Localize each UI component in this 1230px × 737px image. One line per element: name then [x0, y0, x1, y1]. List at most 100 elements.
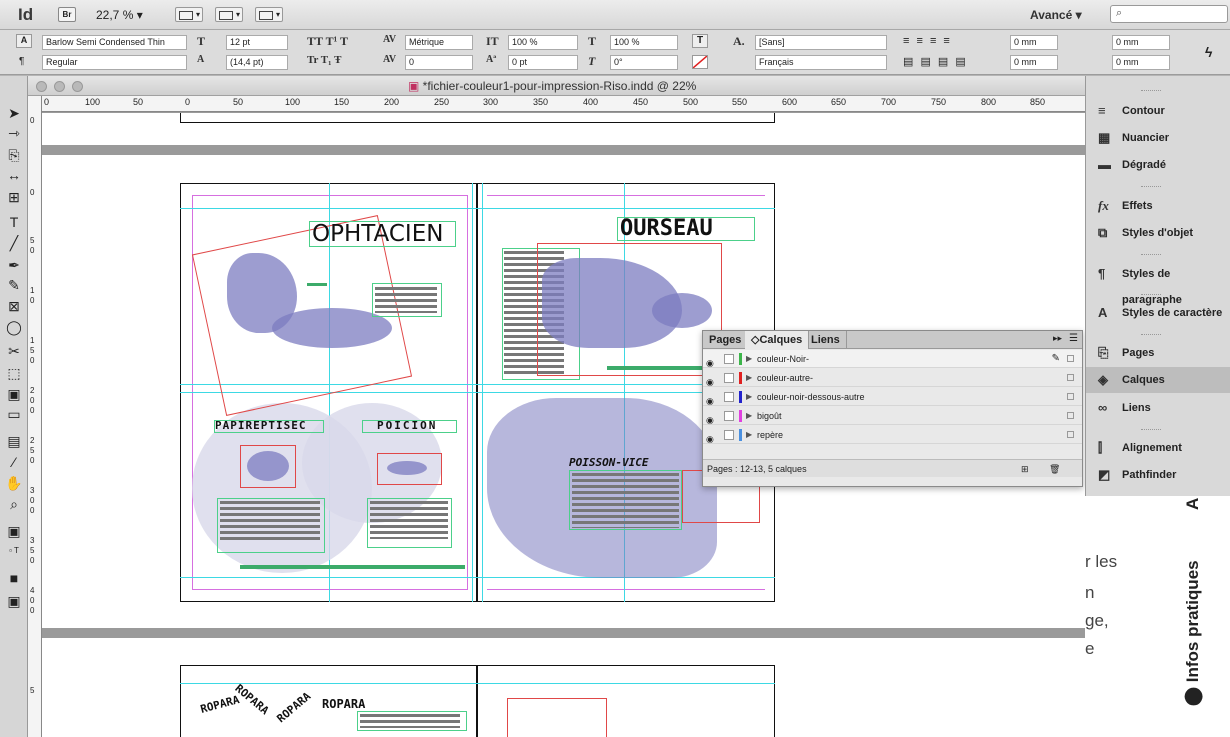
skew-field[interactable]: 0° [610, 55, 678, 70]
new-layer-icon[interactable]: ⊞ [1021, 460, 1029, 478]
visibility-eye-icon[interactable]: ◉ [706, 430, 714, 448]
lock-toggle[interactable] [724, 430, 734, 440]
tab-pages[interactable]: Pages [703, 331, 749, 349]
selection-square[interactable] [1067, 393, 1074, 400]
font-family-field[interactable]: Barlow Semi Condensed Thin [42, 35, 187, 50]
selection-square[interactable] [1067, 412, 1074, 419]
trash-icon[interactable]: 🗑 [1049, 460, 1060, 478]
dock-item-calques[interactable]: ◈ Calques [1086, 367, 1230, 393]
selection-square[interactable] [1067, 374, 1074, 381]
lock-toggle[interactable] [724, 392, 734, 402]
layer-row[interactable]: ◉ ▶ bigoût [703, 407, 1082, 425]
dock-grip[interactable] [1141, 429, 1161, 430]
ruler-guide[interactable] [180, 208, 775, 209]
dock-item-styles-paragraphe[interactable]: ¶ Styles de paragraphe [1086, 261, 1230, 306]
dock-grip[interactable] [1141, 334, 1161, 335]
layer-row[interactable]: ◉ ▶ couleur-noir-dessous-autre [703, 388, 1082, 406]
zoom-window-button[interactable] [72, 81, 83, 92]
zoom-dropdown[interactable]: 22,7 % ▾ [96, 8, 143, 22]
formatting-affects-icon[interactable]: ▫ T [4, 542, 24, 560]
character-mode-button[interactable]: A [16, 34, 32, 48]
scissors-tool-icon[interactable]: ✂ [4, 342, 24, 360]
last-line-indent-field[interactable]: 0 mm [1112, 55, 1170, 70]
dock-item-styles-caractere[interactable]: A Styles de caractère [1086, 300, 1230, 326]
layer-name[interactable]: couleur-noir-dessous-autre [757, 388, 865, 406]
tab-liens[interactable]: Liens [805, 331, 847, 349]
lock-toggle[interactable] [724, 373, 734, 383]
gap-tool-icon[interactable]: ↔ [4, 166, 24, 184]
workspace-switcher[interactable]: Avancé ▾ [1030, 8, 1082, 22]
dock-item-contour[interactable]: ≡ Contour [1086, 98, 1230, 124]
view-options-button[interactable]: ▾ [175, 7, 203, 22]
panel-menu-icon[interactable]: ☰ [1069, 333, 1078, 344]
bird-image[interactable] [652, 293, 712, 328]
fill-text-button[interactable]: T [692, 34, 708, 48]
dock-item-effets[interactable]: fx Effets [1086, 193, 1230, 219]
collapse-panel-icon[interactable]: ▸▸ [1053, 333, 1062, 344]
line-tool-icon[interactable]: ╱ [4, 234, 24, 252]
horizontal-scale-field[interactable]: 100 % [610, 35, 678, 50]
gradient-feather-tool-icon[interactable]: ▭ [4, 405, 24, 423]
kerning-field[interactable]: Métrique [405, 35, 473, 50]
ruler-guide[interactable] [180, 683, 775, 684]
fish-image[interactable] [387, 461, 427, 475]
layer-name[interactable]: couleur-Noir- [757, 350, 809, 368]
all-caps-button[interactable]: TT T¹ T [307, 34, 348, 49]
selection-tool-icon[interactable]: ➤ [4, 104, 24, 122]
leading-field[interactable]: (14,4 pt) [226, 55, 288, 70]
frog-image[interactable] [247, 451, 289, 481]
layer-row[interactable]: ◉ ▶ repère [703, 426, 1082, 444]
gradient-swatch-tool-icon[interactable]: ▣ [4, 385, 24, 403]
ruler-guide[interactable] [482, 183, 483, 602]
arrange-documents-button[interactable]: ▾ [255, 7, 283, 22]
stroke-none-button[interactable] [692, 55, 708, 69]
lock-toggle[interactable] [724, 411, 734, 421]
page-tool-icon[interactable]: ⎘ [4, 146, 24, 164]
language-field[interactable]: Français [755, 55, 887, 70]
close-window-button[interactable] [36, 81, 47, 92]
dock-item-nuancier[interactable]: ▦ Nuancier [1086, 125, 1230, 151]
selection-square[interactable] [1067, 355, 1074, 362]
justify-buttons[interactable]: ▤ ▤ ▤ ▤ [903, 55, 968, 68]
apply-color-icon[interactable]: ■ [4, 569, 24, 587]
right-indent-field[interactable]: 0 mm [1112, 35, 1170, 50]
dock-item-alignement[interactable]: ⫿ Alignement [1086, 435, 1230, 461]
paragraph-mode-button[interactable]: ¶ [19, 56, 24, 67]
vertical-scale-field[interactable]: 100 % [508, 35, 578, 50]
dock-item-degrade[interactable]: ▬ Dégradé [1086, 152, 1230, 178]
ruler-guide[interactable] [180, 577, 775, 578]
horizontal-ruler[interactable]: 0 100 50 0 50 100 150 200 250 300 350 40… [42, 96, 1085, 112]
left-indent-field[interactable]: 0 mm [1010, 35, 1058, 50]
hand-tool-icon[interactable]: ✋ [4, 474, 24, 492]
type-tool-icon[interactable]: T [4, 213, 24, 231]
baseline-field[interactable]: 0 pt [508, 55, 578, 70]
lock-toggle[interactable] [724, 354, 734, 364]
font-style-field[interactable]: Regular [42, 55, 187, 70]
layer-row[interactable]: ◉ ▶ couleur-autre- [703, 369, 1082, 387]
rectangle-frame-tool-icon[interactable]: ⊠ [4, 297, 24, 315]
dock-grip[interactable] [1141, 254, 1161, 255]
layer-name[interactable]: bigoût [757, 407, 782, 425]
layer-row[interactable]: ◉ ▶ couleur-Noir- ✎ [703, 350, 1082, 368]
search-field[interactable]: ⌕ [1110, 5, 1228, 23]
free-transform-tool-icon[interactable]: ⬚ [4, 364, 24, 382]
tab-calques[interactable]: ◇Calques [745, 331, 810, 349]
zoom-tool-icon[interactable]: ⌕ [4, 495, 24, 513]
dock-grip[interactable] [1141, 294, 1161, 295]
font-size-field[interactable]: 12 pt [226, 35, 288, 50]
previous-spread[interactable] [180, 113, 775, 123]
bridge-button[interactable]: Br [58, 7, 76, 22]
first-line-indent-field[interactable]: 0 mm [1010, 55, 1058, 70]
screen-mode-icon[interactable]: ▣ [4, 592, 24, 610]
pencil-tool-icon[interactable]: ✎ [4, 276, 24, 294]
expand-triangle-icon[interactable]: ▶ [746, 388, 752, 406]
direct-selection-tool-icon[interactable]: ⇾ [4, 124, 24, 142]
selection-square[interactable] [1067, 431, 1074, 438]
layer-name[interactable]: couleur-autre- [757, 369, 813, 387]
dock-item-pathfinder[interactable]: ◩ Pathfinder [1086, 462, 1230, 488]
align-buttons[interactable]: ≡ ≡ ≡ ≡ [903, 35, 952, 47]
note-tool-icon[interactable]: ▤ [4, 432, 24, 450]
dock-grip[interactable] [1141, 90, 1161, 91]
content-collector-icon[interactable]: ⊞ [4, 188, 24, 206]
image-frame[interactable] [507, 698, 607, 737]
